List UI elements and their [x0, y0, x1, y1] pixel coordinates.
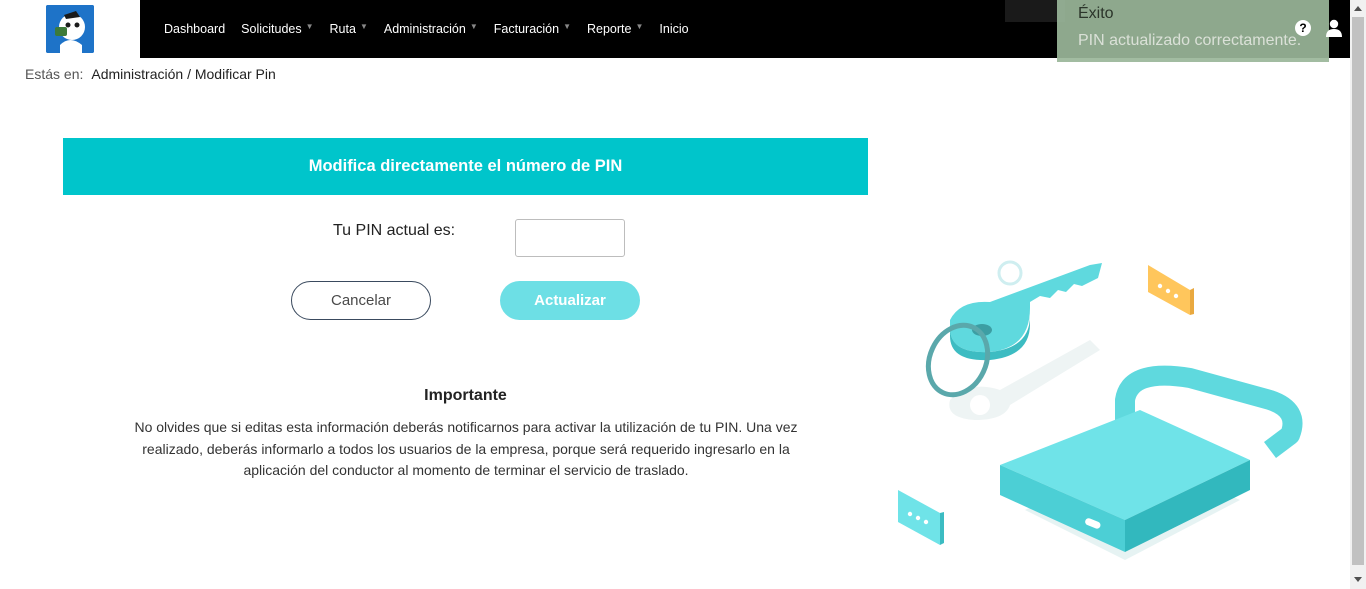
scroll-down-arrow-icon[interactable] — [1354, 577, 1362, 582]
nav-item-label: Administración — [383, 22, 466, 36]
caret-down-icon: ▼ — [563, 21, 571, 31]
nav-item-reporte[interactable]: Reporte ▼ — [587, 21, 644, 37]
pin-banner-title: Modifica directamente el número de PIN — [63, 138, 868, 195]
nav-item-facturacion[interactable]: Facturación ▼ — [493, 21, 571, 37]
caret-down-icon: ▼ — [635, 21, 644, 31]
logo-container[interactable] — [0, 0, 140, 58]
key-padlock-illustration — [890, 250, 1310, 589]
toast-message: PIN actualizado correctamente. — [1078, 32, 1302, 49]
breadcrumb-label: Estás en: — [25, 66, 84, 82]
nav-item-ruta[interactable]: Ruta ▼ — [329, 21, 368, 37]
nav-item-solicitudes[interactable]: Solicitudes ▼ — [241, 21, 314, 37]
nav-item-label: Solicitudes — [241, 22, 302, 36]
nav-item-administracion[interactable]: Administración ▼ — [383, 21, 478, 37]
scrollbar-thumb[interactable] — [1352, 17, 1364, 565]
toast-title: Éxito — [1078, 5, 1114, 22]
nav-item-dashboard[interactable]: Dashboard — [164, 22, 225, 36]
top-bar-tab — [1005, 0, 1065, 22]
nav-item-label: Reporte — [587, 22, 632, 36]
scroll-up-arrow-icon[interactable] — [1354, 6, 1362, 11]
user-icon[interactable] — [1326, 19, 1342, 37]
company-logo[interactable] — [46, 5, 94, 53]
nav-item-label: Dashboard — [164, 22, 226, 36]
vertical-scrollbar[interactable] — [1350, 0, 1366, 589]
nav-item-label: Inicio — [659, 22, 689, 36]
breadcrumb-path: Administración / Modificar Pin — [91, 66, 276, 82]
caret-down-icon: ▼ — [359, 21, 368, 31]
caret-down-icon: ▼ — [469, 21, 478, 31]
question-circle-icon[interactable]: ? — [1295, 20, 1311, 36]
nav-item-label: Facturación — [493, 22, 560, 36]
important-text: No olvides que si editas esta informació… — [134, 419, 798, 478]
success-toast[interactable]: Éxito PIN actualizado correctamente. — [1057, 0, 1329, 62]
update-button[interactable]: Actualizar — [500, 281, 640, 320]
pin-label: Tu PIN actual es: — [333, 222, 456, 239]
main-nav: Dashboard Solicitudes ▼ Ruta ▼ Administrac… — [164, 0, 705, 58]
important-title: Importante — [424, 387, 507, 404]
cancel-button[interactable]: Cancelar — [291, 281, 431, 320]
breadcrumb: Estás en: Administración / Modificar Pin — [25, 66, 276, 82]
pin-input[interactable] — [515, 219, 625, 257]
caret-down-icon: ▼ — [305, 21, 314, 31]
nav-item-label: Ruta — [329, 22, 356, 36]
nav-item-inicio[interactable]: Inicio — [659, 22, 688, 36]
